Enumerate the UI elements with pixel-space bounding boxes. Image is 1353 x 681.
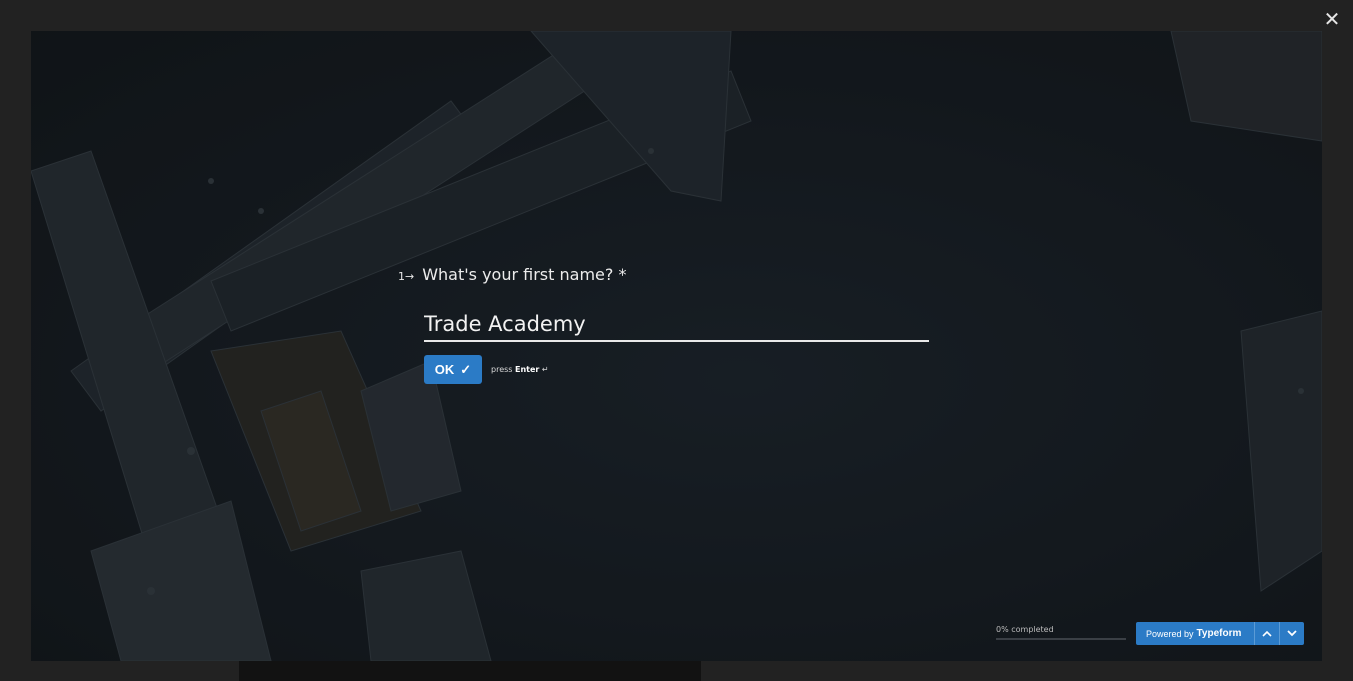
answer-field-wrapper <box>424 312 929 342</box>
arrow-right-icon: → <box>405 270 415 283</box>
press-enter-hint: press Enter ↵ <box>491 365 549 374</box>
enter-key-label: Enter <box>515 365 540 374</box>
chevron-down-icon <box>1287 630 1297 637</box>
question-text: What's your first name? * <box>422 265 627 284</box>
page-behind-strip <box>239 661 701 681</box>
ok-button-label: OK <box>434 362 455 377</box>
checkmark-icon: ✓ <box>460 361 472 377</box>
progress-indicator: 0% completed <box>996 625 1126 640</box>
question-number: 1→ <box>398 270 415 283</box>
submit-row: OK ✓ press Enter ↵ <box>424 355 549 384</box>
progress-track <box>996 638 1126 640</box>
powered-by-typeform-button[interactable]: Powered by Typeform <box>1136 622 1254 645</box>
next-question-button[interactable] <box>1279 622 1304 645</box>
background-image <box>31 31 1322 661</box>
typeform-frame: 1→ What's your first name? * OK ✓ press … <box>31 31 1322 661</box>
question-heading: 1→ What's your first name? * <box>398 265 626 284</box>
ok-button[interactable]: OK ✓ <box>424 355 482 384</box>
typeform-brand: Typeform <box>1196 628 1242 639</box>
footer-controls: Powered by Typeform <box>1136 622 1304 645</box>
close-icon[interactable]: ✕ <box>1321 8 1343 30</box>
return-key-icon: ↵ <box>541 365 549 374</box>
previous-question-button[interactable] <box>1254 622 1279 645</box>
progress-label: 0% completed <box>996 625 1054 634</box>
chevron-up-icon <box>1262 630 1272 637</box>
first-name-input[interactable] <box>424 312 929 336</box>
